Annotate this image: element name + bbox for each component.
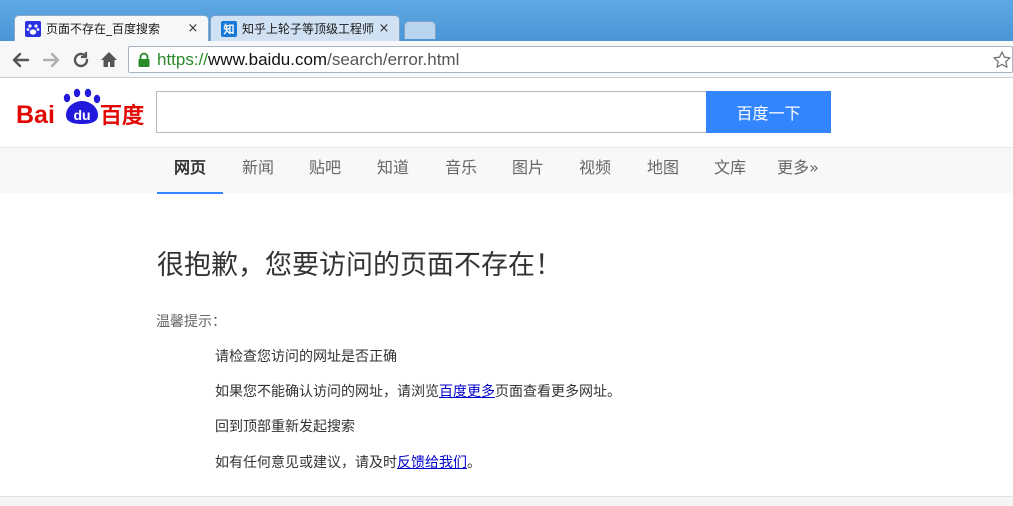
nav-item-tieba[interactable]: 贴吧: [298, 148, 352, 194]
search-button[interactable]: 百度一下: [706, 91, 831, 133]
logo-text-bai: Bai: [16, 101, 55, 129]
url-path: /search/error.html: [327, 49, 460, 69]
nav-item-video[interactable]: 视频: [568, 148, 622, 194]
reload-icon[interactable]: [70, 49, 92, 71]
baidu-more-link[interactable]: 百度更多: [439, 384, 495, 400]
home-icon[interactable]: [98, 49, 120, 71]
search-input[interactable]: [156, 91, 708, 133]
back-arrow-icon[interactable]: [10, 49, 32, 71]
tab-zhihu[interactable]: 知 知乎上轮子等顶级工程师 ×: [210, 15, 400, 41]
lock-icon: [138, 52, 150, 67]
tip-text: 如果您不能确认访问的网址，请浏览: [215, 384, 439, 400]
footer-divider: [0, 496, 1013, 506]
nav-item-more[interactable]: 更多»: [770, 148, 826, 194]
tab-title: 知乎上轮子等顶级工程师: [242, 22, 375, 36]
forward-arrow-icon[interactable]: [40, 49, 62, 71]
tip-check-url: 请检查您访问的网址是否正确: [215, 349, 397, 365]
tip-label: 温馨提示：: [156, 314, 226, 330]
browser-toolbar: https://www.baidu.com/search/error.html: [0, 41, 1013, 78]
error-title: 很抱歉，您要访问的页面不存在！: [157, 250, 562, 281]
logo-text-baidu-cn: 百度: [100, 103, 145, 129]
nav-item-zhidao[interactable]: 知道: [366, 148, 420, 194]
tab-baidu-error[interactable]: 页面不存在_百度搜索 ×: [14, 15, 209, 41]
browser-tab-strip: 页面不存在_百度搜索 × 知 知乎上轮子等顶级工程师 ×: [0, 0, 1013, 41]
nav-item-music[interactable]: 音乐: [434, 148, 488, 194]
search-category-nav: 网页 新闻 贴吧 知道 音乐 图片 视频 地图 文库 更多»: [0, 147, 1013, 194]
tip-text: 如有任何意见或建议，请及时: [215, 455, 397, 471]
tip-search-again: 回到顶部重新发起搜索: [215, 419, 355, 435]
nav-item-wenku[interactable]: 文库: [703, 148, 757, 194]
logo-text-du: du: [73, 107, 90, 123]
nav-item-images[interactable]: 图片: [501, 148, 555, 194]
feedback-link[interactable]: 反馈给我们: [397, 455, 467, 471]
tab-title: 页面不存在_百度搜索: [46, 22, 161, 36]
tip-browse-more: 如果您不能确认访问的网址，请浏览百度更多页面查看更多网址。: [215, 381, 621, 401]
nav-item-map[interactable]: 地图: [636, 148, 690, 194]
nav-item-web[interactable]: 网页: [157, 148, 223, 194]
nav-item-news[interactable]: 新闻: [231, 148, 285, 194]
url-scheme: https://: [157, 49, 209, 69]
baidu-header: Bai du 百度 百度一下: [0, 79, 1013, 147]
tip-feedback: 如有任何意见或建议，请及时反馈给我们。: [215, 452, 481, 472]
close-tab-icon[interactable]: ×: [186, 21, 200, 36]
tip-text: 页面查看更多网址。: [495, 384, 621, 400]
paw-icon: [25, 20, 41, 37]
bookmark-star-icon[interactable]: [992, 50, 1012, 70]
url-host: www.baidu.com: [208, 49, 328, 69]
address-bar[interactable]: https://www.baidu.com/search/error.html: [128, 46, 1013, 73]
close-tab-icon[interactable]: ×: [377, 21, 391, 36]
zhihu-icon: 知: [221, 20, 237, 37]
tip-text: 。: [467, 455, 481, 471]
url-text: https://www.baidu.com/search/error.html: [157, 50, 459, 70]
new-tab-button[interactable]: [404, 21, 436, 39]
baidu-logo[interactable]: Bai du 百度: [16, 85, 148, 131]
